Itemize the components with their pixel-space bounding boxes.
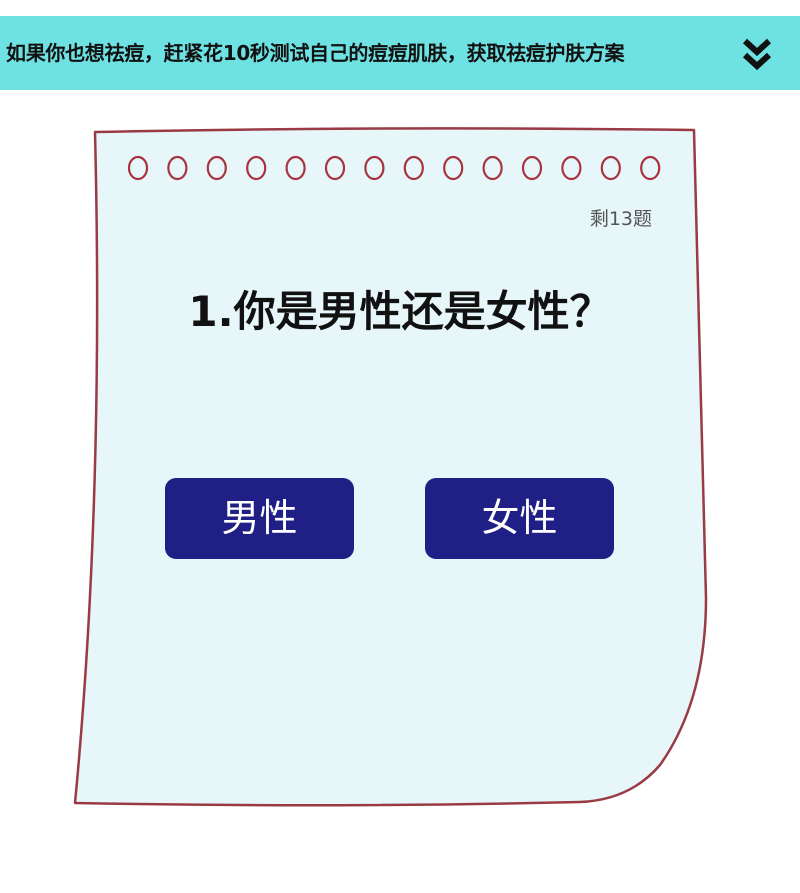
option-female-button[interactable]: 女性 — [425, 478, 614, 559]
remaining-count: 剩13题 — [589, 208, 652, 230]
option-male-button[interactable]: 男性 — [165, 478, 354, 559]
question-title: 1.你是男性还是女性？ — [188, 287, 612, 336]
notepad-paper — [73, 127, 708, 807]
